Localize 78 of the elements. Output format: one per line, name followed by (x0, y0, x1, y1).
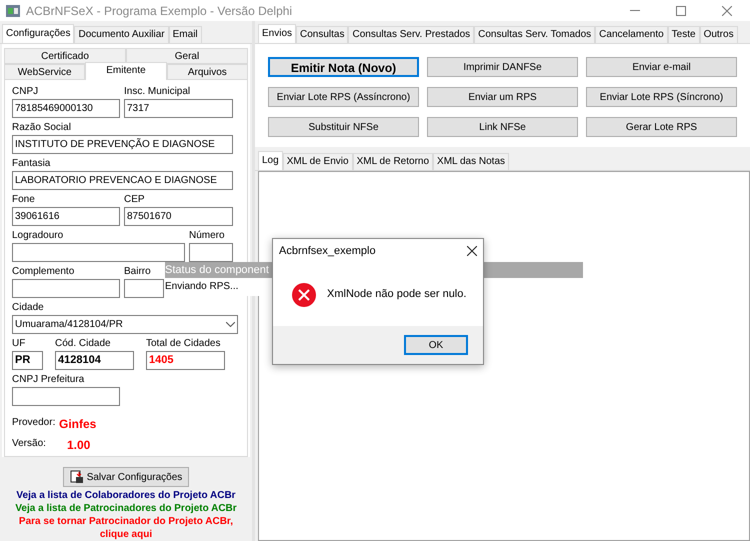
field-label: Fantasia (12, 157, 50, 171)
version-label: Versão: (12, 437, 47, 451)
save-icon (70, 470, 84, 484)
input-field[interactable]: 39061616 (12, 207, 120, 226)
field-label: CNPJ (12, 85, 38, 99)
tab[interactable]: Cancelamento (595, 26, 668, 43)
field-label: UF (12, 337, 26, 351)
input-field[interactable] (124, 279, 164, 298)
tab[interactable]: Emitente (85, 62, 167, 80)
ok-button[interactable]: OK (404, 335, 468, 355)
window-title: ACBrNFSeX - Programa Exemplo - Versão Delphi (26, 2, 292, 20)
action-button[interactable]: Enviar Lote RPS (Síncrono) (586, 87, 737, 107)
error-message: XmlNode não pode ser nulo. (327, 287, 466, 302)
input-field[interactable] (12, 279, 120, 298)
tab[interactable]: Log (258, 151, 283, 170)
input-field[interactable]: PR (12, 351, 43, 370)
tab[interactable]: Email (168, 26, 202, 43)
tab[interactable]: XML de Retorno (352, 153, 434, 170)
version-value: 1.00 (67, 437, 90, 454)
input-field[interactable]: 87501670 (124, 207, 233, 226)
chevron-down-icon (226, 322, 235, 327)
field-label: Fone (12, 193, 35, 207)
field-label: Número (189, 229, 225, 243)
tab[interactable]: Documento Auxiliar (74, 26, 169, 43)
input-field[interactable]: 78185469000130 (12, 99, 120, 118)
tab[interactable]: Consultas (296, 26, 348, 43)
tab[interactable]: Consultas Serv. Prestados (348, 26, 474, 43)
status-message: Enviando RPS... (165, 280, 238, 294)
field-label: Razão Social (12, 121, 71, 135)
save-button[interactable]: Salvar Configurações (62, 467, 190, 487)
close-icon[interactable] (467, 246, 477, 256)
action-button[interactable]: Link NFSe (427, 117, 578, 137)
error-icon (292, 282, 316, 306)
tab[interactable]: Outros (700, 26, 738, 43)
input-field[interactable]: LABORATORIO PREVENCAO E DIAGNOSE (12, 171, 233, 190)
popup-title: Status do component (165, 263, 269, 278)
tab[interactable]: Certificado (4, 48, 126, 64)
field-label: Insc. Municipal (124, 85, 190, 99)
link[interactable]: Para se tornar Patrocinador do Projeto ACBr, (18, 515, 234, 528)
field-label: Cód. Cidade (55, 337, 111, 351)
tab[interactable]: Teste (668, 26, 700, 43)
action-button[interactable]: Enviar Lote RPS (Assíncrono) (268, 87, 419, 107)
input-field[interactable]: 4128104 (55, 351, 134, 370)
provider-value: Ginfes (59, 416, 96, 433)
tab[interactable]: Consultas Serv. Tomados (474, 26, 596, 43)
action-button[interactable]: Gerar Lote RPS (586, 117, 737, 137)
field-label: Complemento (12, 265, 74, 279)
city-dropdown[interactable]: Umuarama/4128104/PR (12, 315, 238, 334)
field-label: CEP (124, 193, 145, 207)
app-icon (6, 4, 20, 16)
link[interactable]: Veja a lista de Patrocinadores do Projeto ACBr (15, 502, 237, 515)
field-label: Logradouro (12, 229, 64, 243)
input-field[interactable]: INSTITUTO DE PREVENÇÃO E DIAGNOSE (12, 135, 233, 154)
input-field[interactable] (189, 243, 233, 262)
tab[interactable]: WebService (4, 64, 86, 80)
tab[interactable]: XML das Notas (433, 153, 510, 170)
link[interactable]: Veja a lista de Colaboradores do Projeto ACBr (16, 489, 236, 502)
input-field[interactable] (12, 387, 120, 406)
action-button[interactable]: Imprimir DANFSe (427, 57, 578, 77)
action-button[interactable]: Enviar e-mail (586, 57, 737, 77)
tab[interactable]: XML de Envio (282, 153, 353, 170)
input-field[interactable]: 1405 (146, 351, 225, 370)
input-field[interactable]: 7317 (124, 99, 233, 118)
field-label: CNPJ Prefeitura (12, 373, 84, 387)
tab[interactable]: Configurações (2, 24, 74, 43)
dialog-title: Acbrnfsex_exemplo (279, 244, 376, 259)
tab[interactable]: Envios (258, 24, 296, 43)
provider-label: Provedor: (12, 416, 56, 430)
tab[interactable]: Arquivos (166, 64, 248, 80)
tab[interactable]: Geral (126, 48, 248, 64)
input-field[interactable] (12, 243, 185, 262)
field-label: Bairro (124, 265, 151, 279)
action-button[interactable]: Emitir Nota (Novo) (268, 57, 419, 77)
link[interactable]: clique aqui (100, 528, 152, 541)
action-button[interactable]: Enviar um RPS (427, 87, 578, 107)
field-label: Cidade (12, 301, 45, 315)
field-label: Total de Cidades (146, 337, 220, 351)
action-button[interactable]: Substituir NFSe (268, 117, 419, 137)
